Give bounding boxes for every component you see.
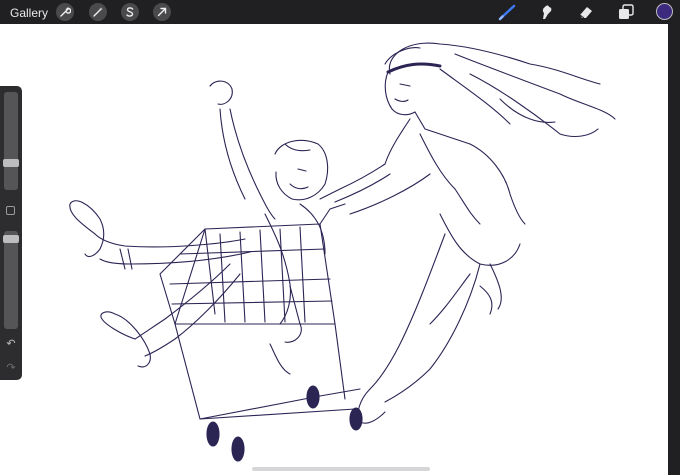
right-edge-gutter (668, 24, 680, 475)
selection-s-icon[interactable] (121, 3, 139, 21)
brush-size-slider[interactable] (4, 92, 18, 190)
eraser-icon[interactable] (576, 3, 596, 21)
gallery-button[interactable]: Gallery (10, 6, 48, 20)
magic-wand-icon[interactable] (89, 3, 107, 21)
modify-button[interactable] (6, 206, 15, 215)
smudge-icon[interactable] (537, 3, 557, 21)
brush-icon[interactable] (498, 3, 518, 21)
side-panel: ↶ ↷ (0, 86, 22, 380)
color-picker-button[interactable] (656, 3, 673, 20)
opacity-slider[interactable] (4, 231, 18, 329)
opacity-handle[interactable] (3, 235, 19, 243)
undo-icon[interactable]: ↶ (5, 338, 17, 350)
top-toolbar: Gallery (0, 0, 680, 24)
home-indicator[interactable] (252, 467, 430, 471)
drawing-canvas[interactable] (0, 24, 668, 475)
sketch-artwork (69, 42, 616, 462)
brush-size-handle[interactable] (3, 159, 19, 167)
redo-icon[interactable]: ↷ (5, 362, 17, 374)
transform-arrow-icon[interactable] (153, 3, 171, 21)
wrench-icon[interactable] (56, 3, 74, 21)
layers-icon[interactable] (616, 3, 636, 21)
